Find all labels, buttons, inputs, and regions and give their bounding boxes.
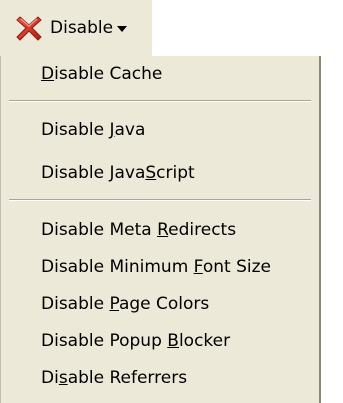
menu-item-text: Disable [41,294,110,314]
menu-item-disable-meta-redirects[interactable]: Disable Meta Redirects [41,218,236,242]
menu-item-accesskey: s [58,368,68,388]
menu-item-text: Disable Minimum [41,257,194,277]
menu-item-disable-cache[interactable]: Disable Cache [41,62,162,86]
menu-item-disable-page-colors[interactable]: Disable Page Colors [41,292,209,316]
menu-separator [9,199,311,201]
menu-item-disable-java[interactable]: Disable Java [41,118,145,142]
menu-separator [9,100,311,102]
menu-item-text: locker [178,331,231,351]
red-x-icon [14,13,44,43]
disable-toolbar-button[interactable]: Disable [0,0,152,56]
menu-item-text: Disable Java [41,163,146,183]
disable-dropdown-menu: Disable Cache Disable Java Disable JavaS… [0,56,321,403]
menu-item-disable-minimum-font-size[interactable]: Disable Minimum Font Size [41,255,271,279]
menu-item-disable-popup-blocker[interactable]: Disable Popup Blocker [41,329,230,353]
menu-item-text: Disable [41,120,110,140]
menu-item-text: cript [156,163,195,183]
menu-item-accesskey: F [193,257,203,277]
menu-item-disable-javascript[interactable]: Disable JavaScript [41,161,195,185]
disable-button-label: Disable [50,18,114,38]
menu-item-text: edirects [168,220,237,240]
menu-item-text: Disable Popup [41,331,168,351]
menu-item-text: ava [114,120,146,140]
menu-item-disable-referrers[interactable]: Disable Referrers [41,366,187,390]
menu-item-text: Di [41,368,59,388]
menu-item-text: Disable Meta [41,220,158,240]
menu-item-text: isable Cache [54,64,163,84]
menu-item-accesskey: B [167,331,179,351]
menu-item-text: ont Size [202,257,271,277]
menu-item-accesskey: S [145,163,157,183]
menu-item-text: age Colors [118,294,210,314]
menu-item-accesskey: R [157,220,169,240]
menu-item-accesskey: D [41,64,55,84]
chevron-down-icon [117,26,128,32]
menu-item-text: able Referrers [67,368,188,388]
menu-item-accesskey: P [109,294,119,314]
